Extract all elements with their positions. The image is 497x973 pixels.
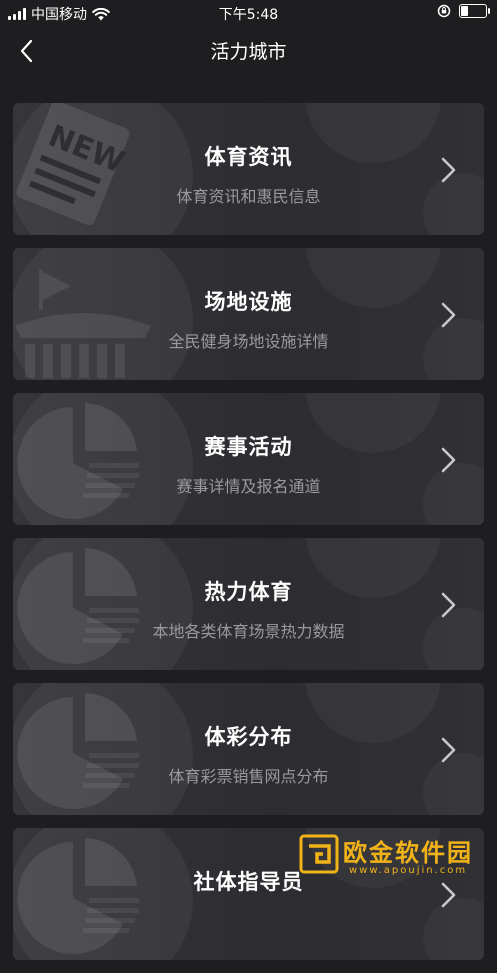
chevron-right-icon xyxy=(441,737,456,763)
feature-card[interactable]: 赛事活动赛事详情及报名通道 xyxy=(13,393,484,525)
page-title: 活力城市 xyxy=(210,41,287,63)
card-subtitle: 全民健身场地设施详情 xyxy=(168,332,329,351)
battery-icon xyxy=(459,4,490,18)
card-subtitle: 本地各类体育场景热力数据 xyxy=(152,622,345,641)
chevron-right-icon xyxy=(441,592,456,618)
card-title: 热力体育 xyxy=(204,580,293,604)
feature-card[interactable]: 体彩分布体育彩票销售网点分布 xyxy=(13,683,484,815)
feature-card[interactable]: 热力体育本地各类体育场景热力数据 xyxy=(13,538,484,670)
chevron-right-icon xyxy=(441,302,456,328)
watermark-url: www.apoujin.com xyxy=(349,865,468,876)
status-time: 下午5:48 xyxy=(218,7,279,23)
chevron-right-icon xyxy=(441,157,456,183)
card-title: 赛事活动 xyxy=(204,435,293,459)
watermark: 欧金软件园 www.apoujin.com xyxy=(297,832,491,882)
card-title: 场地设施 xyxy=(204,290,293,314)
feature-card[interactable]: 场地设施全民健身场地设施详情 xyxy=(13,248,484,380)
orientation-lock-icon xyxy=(437,4,451,18)
status-bar: 中国移动 下午5:48 xyxy=(0,0,497,26)
feature-card[interactable]: NEW 体育资讯 体育资讯和惠民信息 xyxy=(13,103,484,235)
card-title: 体彩分布 xyxy=(204,725,293,749)
watermark-logo-icon xyxy=(299,834,339,874)
card-subtitle: 赛事详情及报名通道 xyxy=(176,477,321,496)
card-subtitle: 体育资讯和惠民信息 xyxy=(176,187,321,206)
watermark-name: 欧金软件园 xyxy=(343,839,473,867)
chevron-right-icon xyxy=(441,447,456,473)
chevron-right-icon xyxy=(441,882,456,908)
status-right xyxy=(437,4,490,18)
navigation-bar: 活力城市 xyxy=(0,26,497,76)
card-title: 体育资讯 xyxy=(204,145,293,169)
card-subtitle: 体育彩票销售网点分布 xyxy=(168,767,329,786)
